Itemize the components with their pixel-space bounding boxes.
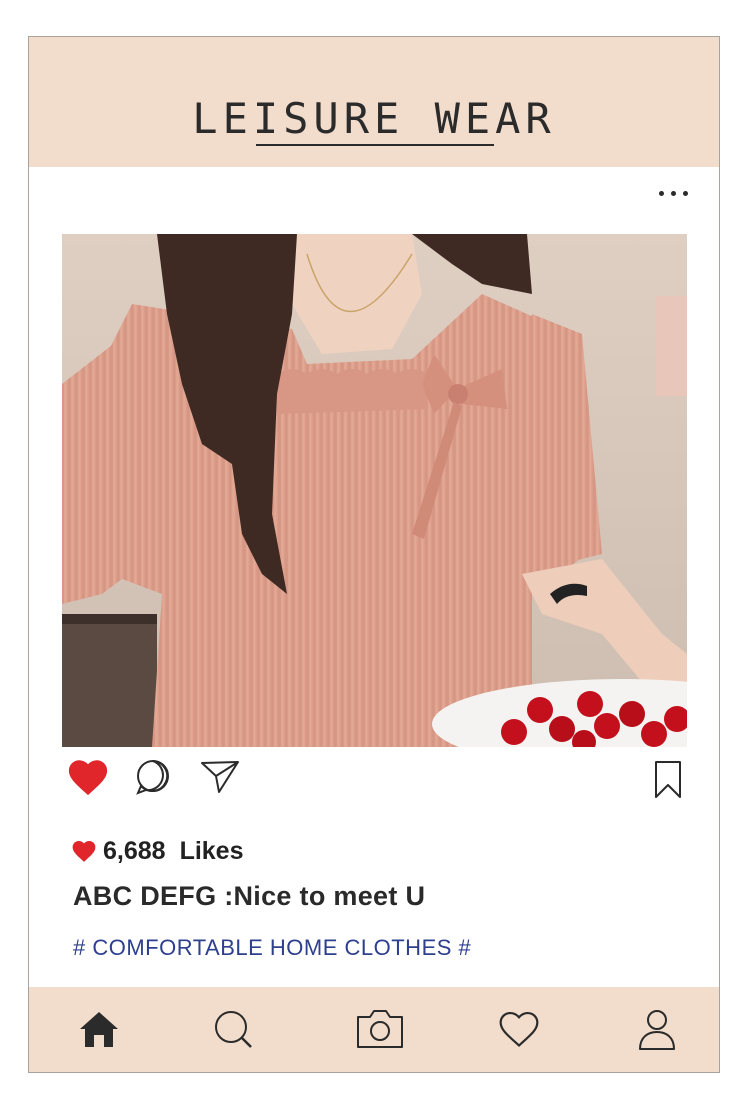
bookmark-icon[interactable]	[653, 760, 683, 805]
photo-illustration	[62, 234, 687, 747]
heart-small-icon	[72, 841, 96, 862]
post-card: LEISURE WEAR 6,688 Likes ABC DEFG:Nice …	[28, 36, 720, 1073]
comment-bubble-icon[interactable]	[133, 757, 173, 802]
send-paper-plane-icon[interactable]	[199, 757, 241, 802]
post-photo[interactable]	[62, 234, 687, 747]
camera-icon[interactable]	[355, 1007, 405, 1053]
likes-count: 6,688	[103, 836, 166, 865]
profile-icon[interactable]	[635, 1007, 685, 1053]
header-banner: LEISURE WEAR	[29, 37, 719, 167]
heart-filled-icon[interactable]	[66, 757, 110, 802]
post-hashtag[interactable]: # COMFORTABLE HOME CLOTHES #	[73, 935, 471, 961]
post-actions	[29, 757, 719, 817]
likes-summary[interactable]: 6,688 Likes	[71, 834, 244, 868]
home-icon[interactable]	[77, 1007, 127, 1053]
heart-outline-icon[interactable]	[497, 1007, 547, 1053]
search-icon[interactable]	[211, 1007, 261, 1053]
more-options-icon[interactable]	[654, 181, 694, 205]
page-title: LEISURE WEAR	[192, 94, 556, 143]
likes-label: Likes	[179, 836, 244, 865]
title-underline	[256, 144, 494, 146]
post-caption: ABC DEFG :Nice to meet U	[73, 881, 426, 911]
bottom-nav	[29, 987, 719, 1072]
